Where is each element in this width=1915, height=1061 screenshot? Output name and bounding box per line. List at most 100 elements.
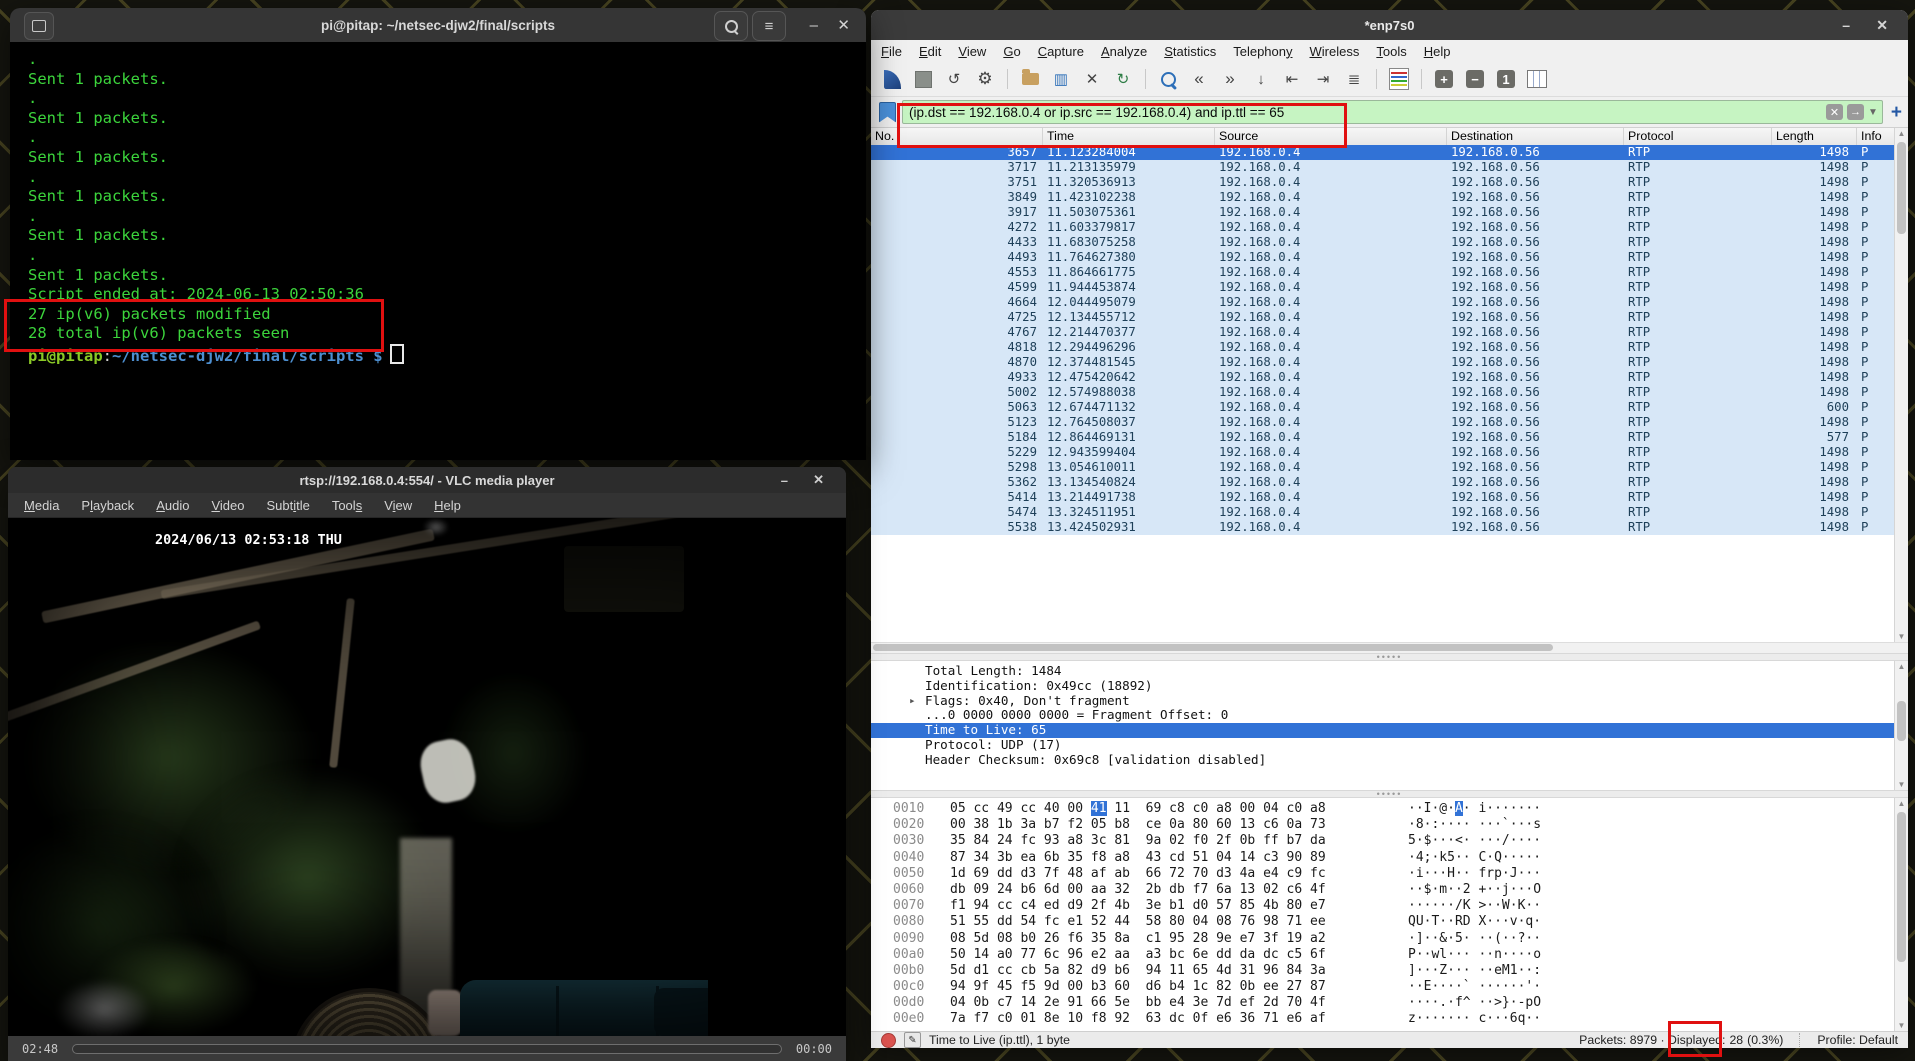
hex-row[interactable]: 001005 cc 49 cc 40 00 41 11 69 c8 c0 a8 … xyxy=(871,801,1908,817)
packet-list-header[interactable]: No.TimeSourceDestinationProtocolLengthIn… xyxy=(871,128,1908,146)
filter-dropdown-icon[interactable]: ▼ xyxy=(1868,107,1878,118)
packet-row[interactable]: 375111.320536913192.168.0.4192.168.0.56R… xyxy=(871,175,1895,190)
packet-row[interactable]: 371711.213135979192.168.0.4192.168.0.56R… xyxy=(871,160,1895,175)
restart-capture-icon[interactable]: ↺ xyxy=(941,67,967,91)
packet-row[interactable]: 443311.683075258192.168.0.4192.168.0.56R… xyxy=(871,235,1895,250)
packet-bytes-pane[interactable]: 001005 cc 49 cc 40 00 41 11 69 c8 c0 a8 … xyxy=(871,798,1908,1031)
resize-columns-icon[interactable] xyxy=(1524,67,1550,91)
packet-row[interactable]: 427211.603379817192.168.0.4192.168.0.56R… xyxy=(871,220,1895,235)
go-back-icon[interactable]: « xyxy=(1186,67,1212,91)
hex-row[interactable]: 008051 55 dd 54 fc e1 52 44 58 80 04 08 … xyxy=(871,914,1908,930)
menu-capture[interactable]: Capture xyxy=(1038,44,1084,59)
hex-row[interactable]: 00b05d d1 cc cb 5a 82 d9 b6 94 11 65 4d … xyxy=(871,963,1908,979)
packet-row[interactable]: 536213.134540824192.168.0.4192.168.0.56R… xyxy=(871,475,1895,490)
menu-telephony[interactable]: Telephony xyxy=(1233,44,1292,59)
close-file-icon[interactable]: ✕ xyxy=(1079,67,1105,91)
hex-row[interactable]: 009008 5d 08 b0 26 f6 35 8a c1 95 28 9e … xyxy=(871,931,1908,947)
detail-row[interactable]: Time to Live: 65 xyxy=(871,723,1908,738)
menu-media[interactable]: Media xyxy=(24,498,59,513)
filter-clear-icon[interactable]: ✕ xyxy=(1826,104,1843,120)
terminal-menu-button[interactable]: ≡ xyxy=(752,11,786,41)
hex-row[interactable]: 00c094 9f 45 f5 9d 00 b3 60 d6 b4 1c 82 … xyxy=(871,979,1908,995)
capture-file-icon[interactable] xyxy=(881,1033,896,1048)
packet-row[interactable]: 459911.944453874192.168.0.4192.168.0.56R… xyxy=(871,280,1895,295)
column-header-no[interactable]: No. xyxy=(871,128,1043,145)
vlc-close-button[interactable]: ✕ xyxy=(813,467,824,493)
packet-row[interactable]: 493312.475420642192.168.0.4192.168.0.56R… xyxy=(871,370,1895,385)
detail-row[interactable]: ▸Flags: 0x40, Don't fragment xyxy=(871,694,1908,709)
wireshark-close-button[interactable]: ✕ xyxy=(1876,10,1888,40)
packet-list-vscrollbar[interactable]: ▲ ▼ xyxy=(1894,128,1908,642)
go-forward-icon[interactable]: » xyxy=(1217,67,1243,91)
menu-subtitle[interactable]: Subtitle xyxy=(266,498,309,513)
filter-add-button[interactable]: + xyxy=(1891,103,1902,122)
wireshark-titlebar[interactable]: *enp7s0 – ✕ xyxy=(871,10,1908,40)
display-filter-input[interactable]: (ip.dst == 192.168.0.4 or ip.src == 192.… xyxy=(902,100,1883,124)
terminal-content[interactable]: .Sent 1 packets..Sent 1 packets..Sent 1 … xyxy=(10,42,866,460)
detail-row[interactable]: ...0 0000 0000 0000 = Fragment Offset: 0 xyxy=(871,708,1908,723)
packet-row[interactable]: 541413.214491738192.168.0.4192.168.0.56R… xyxy=(871,490,1895,505)
packet-row[interactable]: 476712.214470377192.168.0.4192.168.0.56R… xyxy=(871,325,1895,340)
hex-row[interactable]: 0070f1 94 cc c4 ed d9 2f 4b 3e b1 d0 57 … xyxy=(871,898,1908,914)
scroll-down-icon[interactable]: ▼ xyxy=(1895,1020,1908,1031)
menu-tools[interactable]: Tools xyxy=(332,498,362,513)
column-header-time[interactable]: Time xyxy=(1043,128,1215,145)
column-header-protocol[interactable]: Protocol xyxy=(1624,128,1772,145)
hex-row[interactable]: 002000 38 1b 3a b7 f2 05 b8 ce 0a 80 60 … xyxy=(871,817,1908,833)
terminal-close-button[interactable]: ✕ xyxy=(837,8,850,42)
start-capture-icon[interactable] xyxy=(879,67,905,91)
packet-row[interactable]: 518412.864469131192.168.0.4192.168.0.56R… xyxy=(871,430,1895,445)
scroll-up-icon[interactable]: ▲ xyxy=(1895,128,1908,139)
packet-row[interactable]: 553813.424502931192.168.0.4192.168.0.56R… xyxy=(871,520,1895,535)
capture-options-icon[interactable]: ⚙ xyxy=(972,67,998,91)
zoom-100-icon[interactable]: 1 xyxy=(1493,67,1519,91)
menu-wireless[interactable]: Wireless xyxy=(1310,44,1360,59)
menu-go[interactable]: Go xyxy=(1003,44,1020,59)
menu-audio[interactable]: Audio xyxy=(156,498,189,513)
seek-slider[interactable] xyxy=(72,1044,782,1054)
bytes-vscrollbar[interactable]: ▲ ▼ xyxy=(1894,798,1908,1031)
filter-apply-icon[interactable]: → xyxy=(1847,104,1864,120)
packet-row[interactable]: 365711.123284004192.168.0.4192.168.0.56R… xyxy=(871,145,1895,160)
packet-row[interactable]: 472512.134455712192.168.0.4192.168.0.56R… xyxy=(871,310,1895,325)
packet-row[interactable]: 455311.864661775192.168.0.4192.168.0.56R… xyxy=(871,265,1895,280)
auto-scroll-icon[interactable]: ≣ xyxy=(1341,67,1367,91)
hex-row[interactable]: 00501d 69 dd d3 7f 48 af ab 66 72 70 d3 … xyxy=(871,866,1908,882)
open-file-icon[interactable] xyxy=(1017,67,1043,91)
packet-row[interactable]: 506312.674471132192.168.0.4192.168.0.56R… xyxy=(871,400,1895,415)
detail-row[interactable]: Protocol: UDP (17) xyxy=(871,738,1908,753)
hex-row[interactable]: 00e07a f7 c0 01 8e 10 f8 92 63 dc 0f e6 … xyxy=(871,1011,1908,1027)
reload-file-icon[interactable]: ↻ xyxy=(1110,67,1136,91)
terminal-search-button[interactable] xyxy=(714,11,748,41)
filter-bookmark-icon[interactable] xyxy=(879,102,896,123)
go-to-packet-icon[interactable]: ↓ xyxy=(1248,67,1274,91)
details-vscrollbar[interactable]: ▲ ▼ xyxy=(1894,661,1908,790)
menu-tools[interactable]: Tools xyxy=(1376,44,1406,59)
colorize-icon[interactable] xyxy=(1386,67,1412,91)
menu-file[interactable]: File xyxy=(881,44,902,59)
detail-row[interactable]: Identification: 0x49cc (18892) xyxy=(871,679,1908,694)
new-tab-button[interactable] xyxy=(24,12,54,40)
status-profile[interactable]: Profile: Default xyxy=(1817,1033,1898,1047)
packet-row[interactable]: 522912.943599404192.168.0.4192.168.0.56R… xyxy=(871,445,1895,460)
hex-row[interactable]: 0060db 09 24 b6 6d 00 aa 32 2b db f7 6a … xyxy=(871,882,1908,898)
packet-row[interactable]: 466412.044495079192.168.0.4192.168.0.56R… xyxy=(871,295,1895,310)
wireshark-minimize-button[interactable]: – xyxy=(1842,10,1850,40)
menu-analyze[interactable]: Analyze xyxy=(1101,44,1147,59)
stop-capture-icon[interactable] xyxy=(910,67,936,91)
menu-edit[interactable]: Edit xyxy=(919,44,941,59)
hex-row[interactable]: 004087 34 3b ea 6b 35 f8 a8 43 cd 51 04 … xyxy=(871,850,1908,866)
terminal-minimize-button[interactable]: – xyxy=(810,8,818,42)
packet-row[interactable]: 547413.324511951192.168.0.4192.168.0.56R… xyxy=(871,505,1895,520)
zoom-out-icon[interactable]: − xyxy=(1462,67,1488,91)
first-packet-icon[interactable]: ⇤ xyxy=(1279,67,1305,91)
detail-row[interactable]: Total Length: 1484 xyxy=(871,664,1908,679)
pane-splitter-1[interactable]: ••••• xyxy=(871,653,1908,661)
menu-view[interactable]: View xyxy=(958,44,986,59)
column-header-destination[interactable]: Destination xyxy=(1447,128,1624,145)
menu-video[interactable]: Video xyxy=(211,498,244,513)
last-packet-icon[interactable]: ⇥ xyxy=(1310,67,1336,91)
zoom-in-icon[interactable]: + xyxy=(1431,67,1457,91)
terminal-titlebar[interactable]: pi@pitap: ~/netsec-djw2/final/scripts ≡ … xyxy=(10,8,866,43)
menu-statistics[interactable]: Statistics xyxy=(1164,44,1216,59)
